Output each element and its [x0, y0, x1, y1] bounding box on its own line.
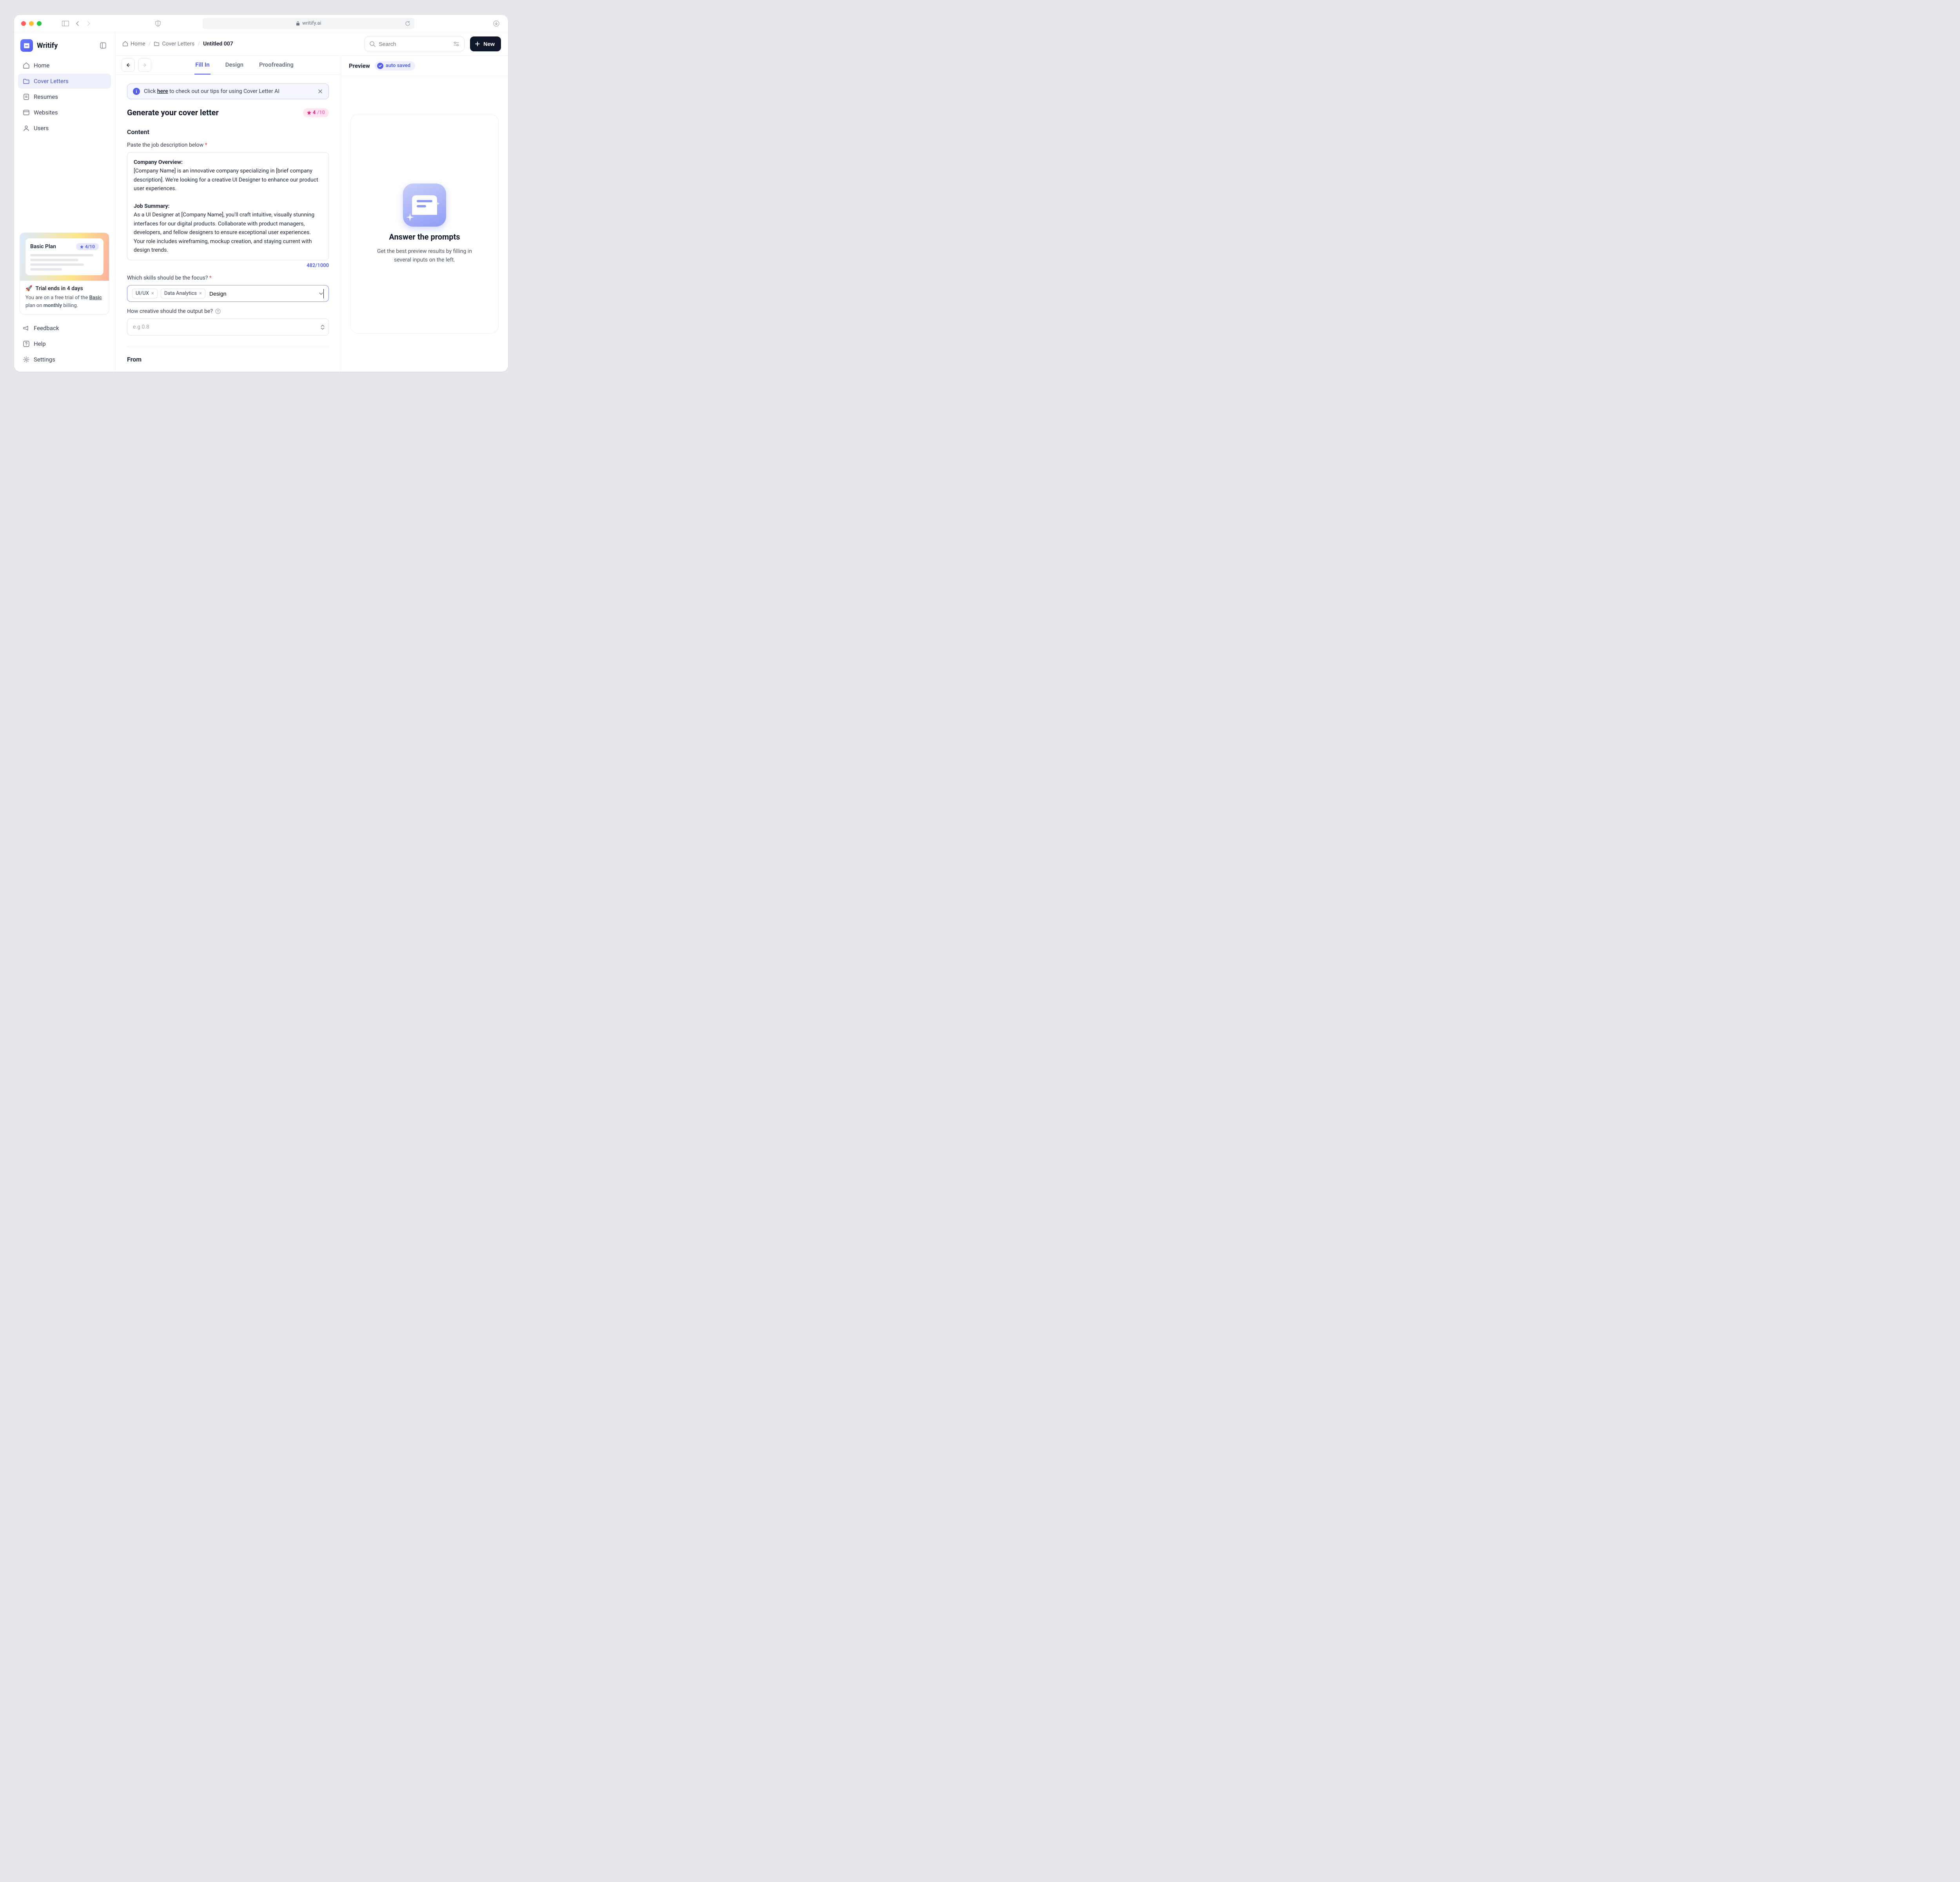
plus-icon	[475, 41, 480, 47]
skill-chip: UI/UX ×	[132, 289, 158, 298]
editor-forward-button[interactable]	[138, 58, 151, 72]
preview-headline: Answer the prompts	[389, 232, 460, 242]
nav-back-icon[interactable]	[75, 21, 80, 26]
tab-design[interactable]: Design	[225, 56, 244, 74]
url-bar[interactable]: writify.ai	[203, 18, 414, 29]
breadcrumb-cover-letters[interactable]: Cover Letters	[154, 41, 194, 47]
collapse-sidebar-icon[interactable]	[98, 40, 109, 51]
preview-pane: Preview auto saved	[341, 56, 508, 372]
job-description-label: Paste the job description below *	[127, 142, 329, 148]
home-icon	[23, 62, 30, 69]
megaphone-icon	[23, 325, 30, 332]
sidebar-item-label: Websites	[34, 109, 58, 116]
sidebar-item-users[interactable]: Users	[18, 121, 111, 136]
char-counter: 482/1000	[127, 263, 329, 269]
sidebar-item-label: Resumes	[34, 93, 58, 100]
search-input[interactable]	[364, 36, 465, 51]
folder-icon	[23, 78, 30, 85]
check-icon	[377, 63, 383, 69]
breadcrumb-home[interactable]: Home	[122, 41, 145, 47]
document-icon	[23, 93, 30, 100]
plan-card: Basic Plan 4/10	[20, 233, 109, 314]
sidebar-toggle-icon[interactable]	[62, 21, 69, 26]
sidebar-item-websites[interactable]: Websites	[18, 105, 111, 120]
topbar: Home / Cover Letters / Untitled 007	[115, 32, 508, 56]
shield-icon[interactable]	[155, 20, 161, 27]
trial-headline: 🚀 Trial ends in 4 days	[25, 285, 103, 292]
creativity-label: How creative should the output be?	[127, 308, 329, 314]
skills-text-input[interactable]	[209, 289, 324, 298]
sidebar-item-home[interactable]: Home	[18, 58, 111, 73]
search-icon	[369, 41, 376, 47]
help-tooltip-icon[interactable]	[215, 309, 221, 314]
info-icon: i	[133, 88, 140, 95]
plan-usage-bars	[30, 254, 99, 271]
brand: Writify	[18, 38, 111, 58]
editor-back-button[interactable]	[122, 58, 135, 72]
close-icon[interactable]	[318, 89, 323, 94]
section-from: From	[127, 356, 329, 363]
job-description-textarea[interactable]: Company Overview: [Company Name] is an i…	[127, 152, 329, 260]
tab-fill-in[interactable]: Fill In	[194, 56, 210, 74]
breadcrumb: Home / Cover Letters / Untitled 007	[122, 41, 233, 47]
credits-badge: 4/10	[303, 108, 329, 117]
preview-empty-state: Answer the prompts Get the best preview …	[350, 114, 499, 334]
help-icon	[23, 340, 30, 347]
number-stepper[interactable]	[321, 325, 325, 330]
page-title: Generate your cover letter	[127, 108, 219, 117]
sidebar-item-help[interactable]: Help	[18, 336, 111, 351]
preview-subtext: Get the best preview results by filling …	[370, 247, 479, 265]
browser-titlebar: writify.ai	[14, 15, 508, 32]
url-text: writify.ai	[302, 20, 321, 26]
sidebar-item-label: Cover Letters	[34, 78, 69, 85]
sidebar-item-cover-letters[interactable]: Cover Letters	[18, 74, 111, 89]
traffic-lights[interactable]	[21, 21, 42, 26]
gear-icon	[23, 356, 30, 363]
folder-icon	[154, 41, 160, 47]
user-icon	[23, 125, 30, 132]
rocket-icon: 🚀	[25, 285, 32, 292]
creativity-input[interactable]: e.g 0.8	[127, 318, 329, 336]
sidebar: Writify Home Cover Letters	[14, 32, 115, 372]
tip-banner: i Click here to check out our tips for u…	[127, 84, 329, 99]
sidebar-item-resumes[interactable]: Resumes	[18, 89, 111, 104]
breadcrumb-current: Untitled 007	[203, 41, 233, 47]
window-icon	[23, 109, 30, 116]
plan-badge: 4/10	[76, 243, 99, 250]
chip-remove-icon[interactable]: ×	[199, 291, 202, 296]
sliders-icon[interactable]	[453, 41, 459, 47]
sidebar-item-feedback[interactable]: Feedback	[18, 321, 111, 336]
app-name: Writify	[37, 42, 94, 50]
trial-subtext: You are on a free trial of the Basic pla…	[25, 294, 103, 309]
preview-illustration	[403, 183, 446, 227]
chevron-down-icon[interactable]	[318, 291, 324, 296]
download-icon[interactable]	[493, 20, 501, 27]
skills-label: Which skills should be the focus? *	[127, 275, 329, 281]
section-content: Content	[127, 128, 329, 136]
tip-link[interactable]: here	[157, 88, 168, 94]
sidebar-item-label: Users	[34, 125, 49, 132]
nav-forward-icon[interactable]	[86, 21, 91, 26]
plan-title: Basic Plan	[30, 243, 56, 250]
skill-chip: Data Analytics ×	[161, 289, 205, 298]
refresh-icon[interactable]	[405, 21, 410, 26]
autosave-badge: auto saved	[375, 61, 415, 71]
editor-pane: Fill In Design Proofreading i Click here…	[115, 56, 341, 372]
home-icon	[122, 41, 128, 47]
lock-icon	[296, 21, 300, 26]
tab-proofreading[interactable]: Proofreading	[258, 56, 294, 74]
app-logo	[20, 39, 33, 52]
chip-remove-icon[interactable]: ×	[151, 291, 154, 296]
editor-tabs: Fill In Design Proofreading	[115, 56, 341, 75]
preview-title: Preview	[349, 62, 370, 69]
main: Home / Cover Letters / Untitled 007	[115, 32, 508, 372]
new-button[interactable]: New	[470, 36, 501, 51]
sidebar-item-settings[interactable]: Settings	[18, 352, 111, 367]
sidebar-nav: Home Cover Letters Resumes Websites	[18, 58, 111, 136]
browser-window: writify.ai Writify	[14, 15, 508, 372]
sidebar-footer: Feedback Help Settings	[18, 321, 111, 367]
skills-input[interactable]: UI/UX × Data Analytics ×	[127, 285, 329, 302]
sidebar-item-label: Home	[34, 62, 49, 69]
